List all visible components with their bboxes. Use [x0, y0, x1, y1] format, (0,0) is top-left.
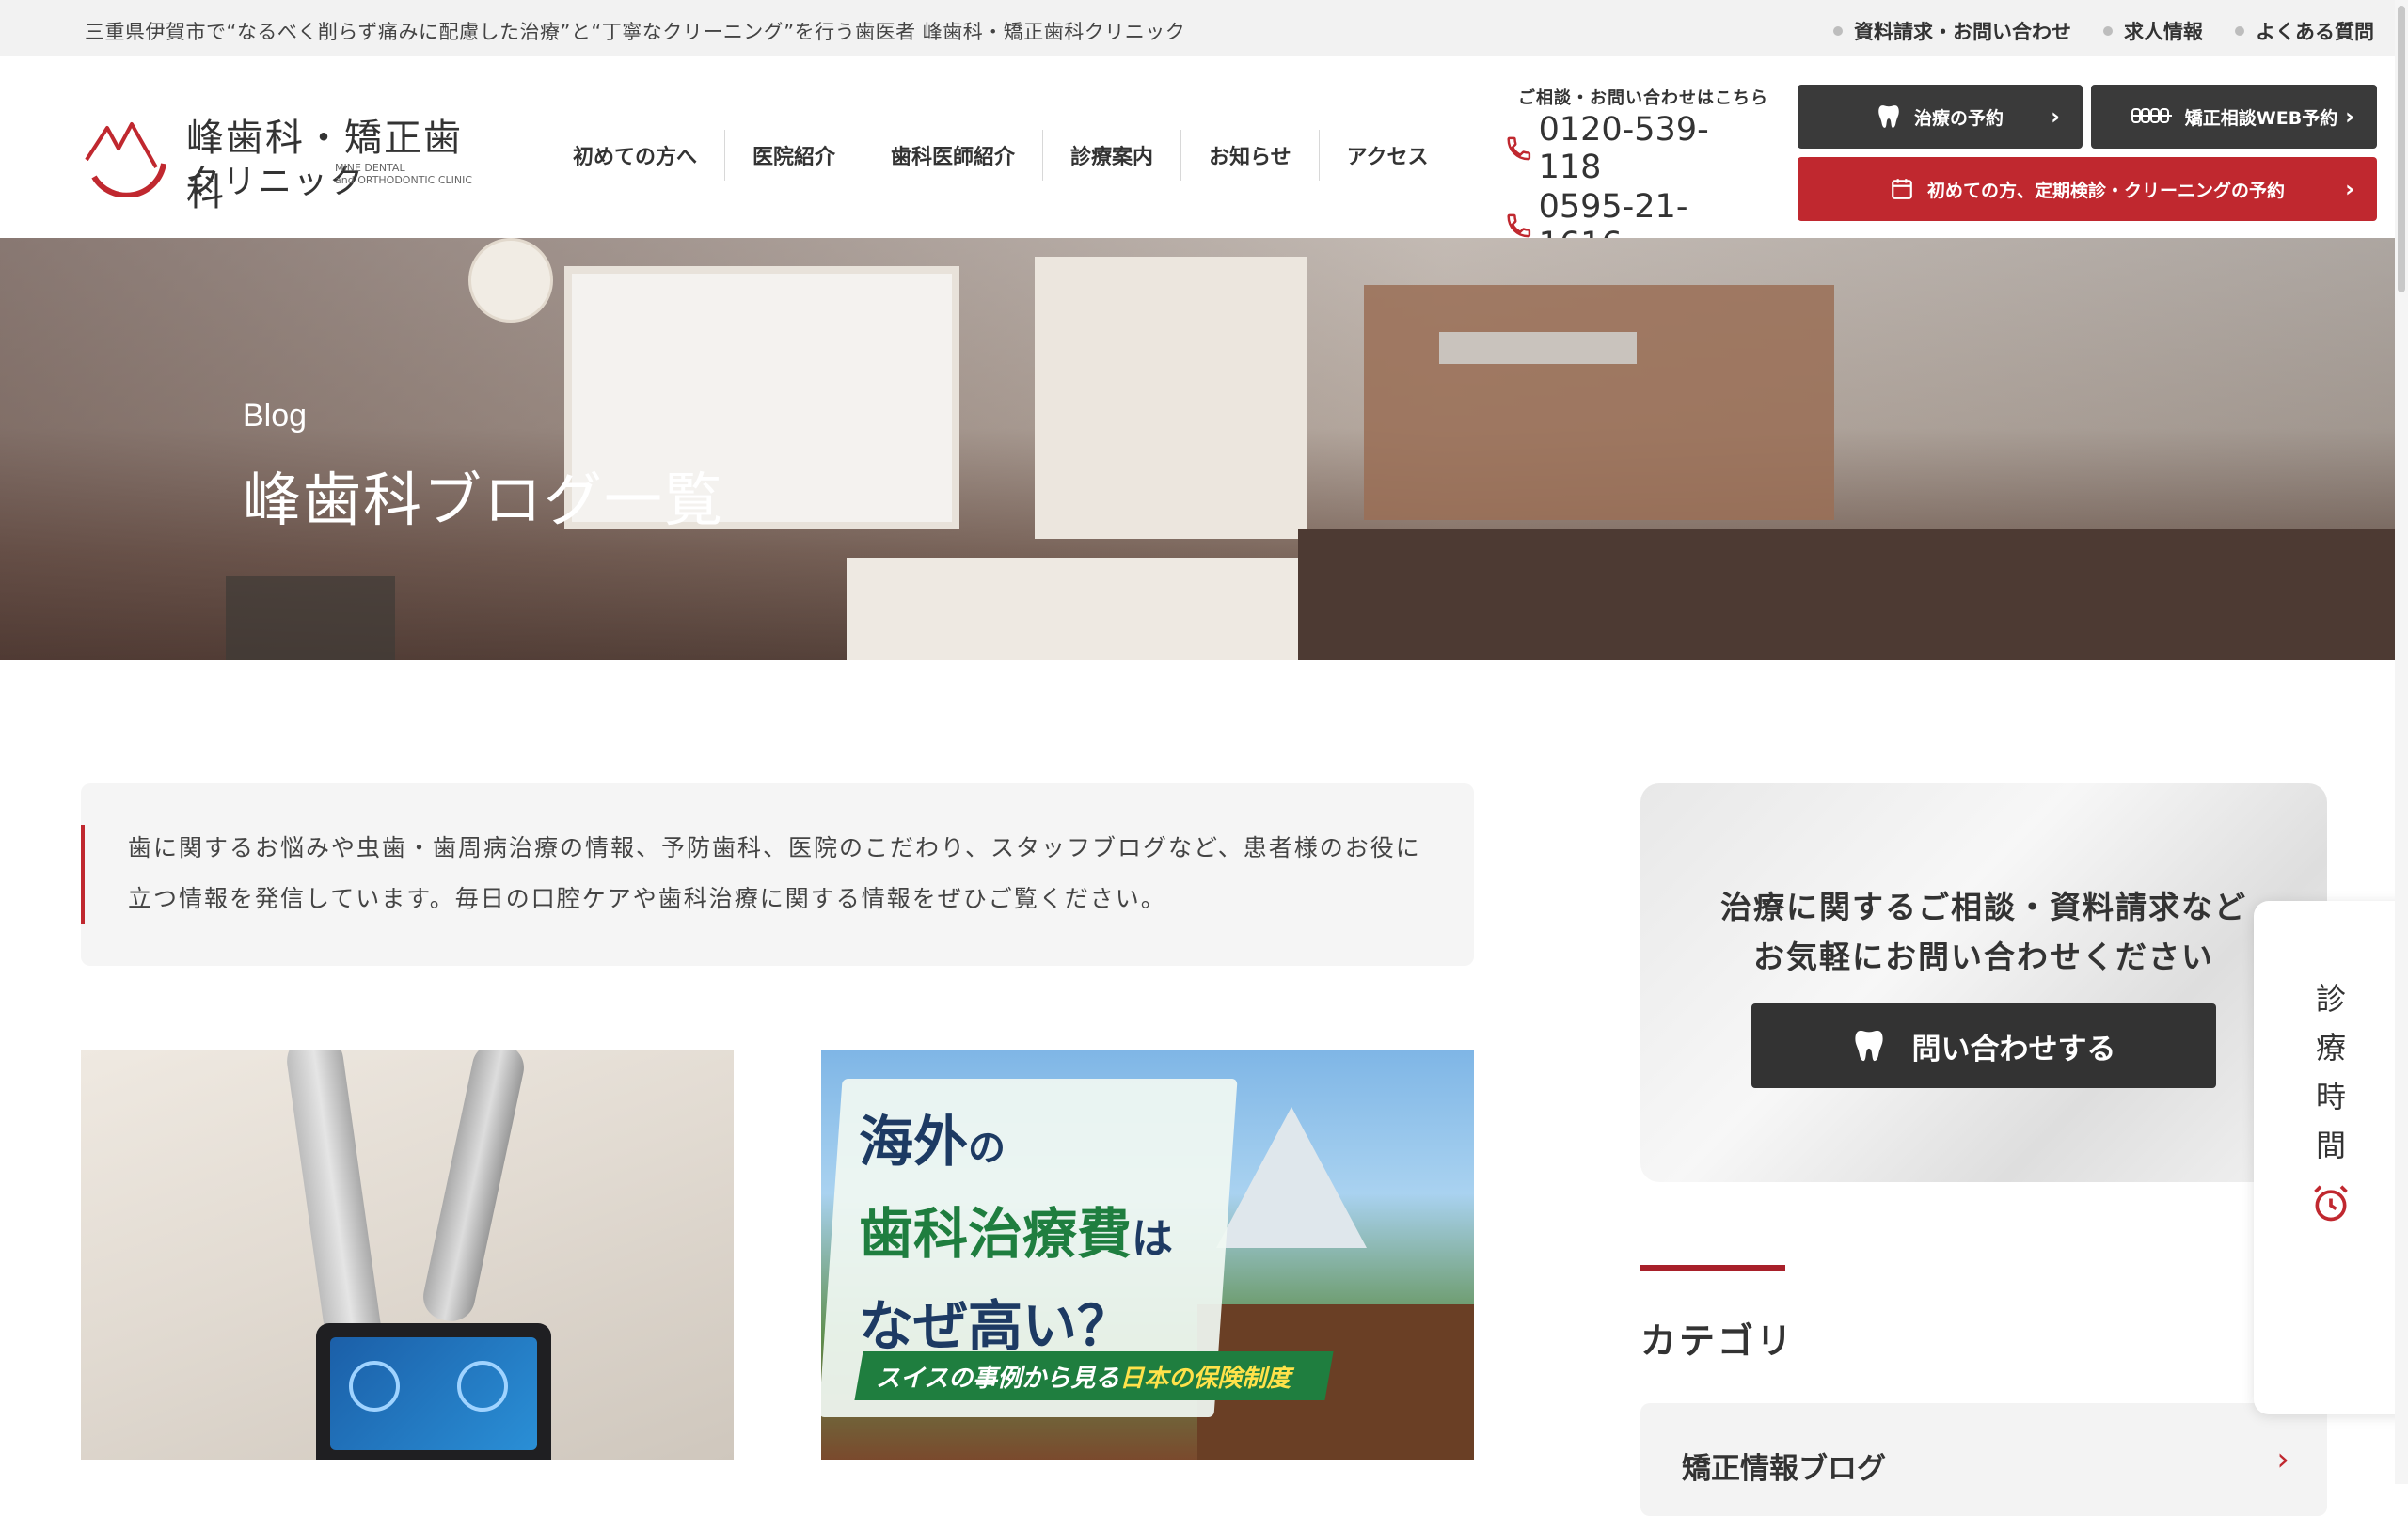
- reception-counter-illustration: [1298, 529, 2408, 660]
- tooth-icon: [1854, 1030, 1883, 1062]
- clinic-logo[interactable]: 峰歯科・矯正歯科 クリニック MINE DENTAL and ORTHODONT…: [81, 107, 495, 214]
- cta-line2: お気軽にお問い合わせください: [1753, 939, 2214, 975]
- tooth-icon: [1878, 105, 1899, 128]
- category-accent-line: [1640, 1265, 1785, 1271]
- top-strip: 三重県伊賀市で“なるべく削らず痛みに配慮した治療”と“丁寧なクリーニング”を行う…: [0, 0, 2408, 56]
- intro-box: 歯に関するお悩みや虫歯・歯周病治療の情報、予防歯科、医院のこだわり、スタッフブロ…: [81, 783, 1474, 966]
- page-scrollbar[interactable]: [2395, 0, 2408, 1484]
- category-heading: カテゴリ: [1640, 1320, 1796, 1362]
- blog-card-overseas-cost[interactable]: 海外の 歯科治療費は なぜ高い？ スイスの事例から見る日本の保険制度: [821, 1050, 1474, 1460]
- nav-clinic[interactable]: 医院紹介: [725, 130, 864, 181]
- chevron-right-icon: ›: [2345, 176, 2354, 202]
- nav-access[interactable]: アクセス: [1320, 130, 1456, 181]
- nav-news[interactable]: お知らせ: [1181, 130, 1320, 181]
- waiting-chairs-illustration: [226, 576, 395, 660]
- blog-card-laser[interactable]: [81, 1050, 734, 1460]
- first-visit-checkup-reservation-button[interactable]: 初めての方、定期検診・クリーニングの予約 ›: [1798, 157, 2377, 221]
- hero-eyebrow: Blog: [243, 398, 308, 434]
- chevron-right-icon: ›: [2345, 103, 2354, 130]
- office-hours-tab[interactable]: 診療時間: [2254, 901, 2408, 1414]
- nav-first-visit[interactable]: 初めての方へ: [546, 130, 726, 181]
- scrollbar-thumb[interactable]: [2398, 6, 2405, 292]
- treatment-reservation-button[interactable]: 治療の予約 ›: [1798, 85, 2083, 149]
- teeth-braces-icon: [2130, 108, 2172, 123]
- phone-label: ご相談・お問い合わせはこちら: [1518, 88, 1768, 108]
- cta-line1: 治療に関するご相談・資料請求など: [1720, 889, 2247, 925]
- screen-gauge: [349, 1361, 400, 1412]
- banner-subtitle: スイスの事例から見る日本の保険制度: [876, 1365, 1291, 1393]
- phone-toll-free[interactable]: 0120-539-118: [1505, 111, 1768, 186]
- main-nav: 初めての方へ 医院紹介 歯科医師紹介 診療案内 お知らせ アクセス: [546, 130, 1456, 181]
- banner-line2: 歯科治療費は: [859, 1202, 1174, 1266]
- calendar-icon: [1892, 179, 1912, 199]
- clinic-sign-plate: [1439, 332, 1637, 364]
- page-title: 峰歯科ブログ一覧: [243, 466, 725, 534]
- top-link-inquiry[interactable]: 資料請求・お問い合わせ: [1833, 17, 2071, 45]
- page-hero: Blog 峰歯科ブログ一覧: [0, 238, 2408, 660]
- contact-cta-box: 治療に関するご相談・資料請求など お気軽にお問い合わせください 問い合わせする: [1640, 783, 2327, 1182]
- intro-text: 歯に関するお悩みや虫歯・歯周病治療の情報、予防歯科、医院のこだわり、スタッフブロ…: [128, 834, 1421, 912]
- bullet-icon: [2103, 26, 2113, 36]
- chevron-right-icon: ›: [2051, 103, 2060, 130]
- site-tagline: 三重県伊賀市で“なるべく削らず痛みに配慮した治療”と“丁寧なクリーニング”を行う…: [85, 21, 1186, 43]
- banner-line1: 海外の: [859, 1110, 1006, 1174]
- screen-gauge: [457, 1361, 508, 1412]
- top-links: 資料請求・お問い合わせ 求人情報 よくある質問: [1833, 17, 2374, 45]
- top-link-faq[interactable]: よくある質問: [2235, 17, 2374, 45]
- category-item-ortho[interactable]: 矯正情報ブログ ›: [1640, 1403, 2327, 1516]
- phone-icon: [1507, 213, 1531, 238]
- nav-treatments[interactable]: 診療案内: [1043, 130, 1182, 181]
- reception-wall-illustration: [1364, 285, 1834, 520]
- mountain-illustration: [1216, 1107, 1367, 1248]
- phone-icon: [1507, 136, 1531, 161]
- wall-clock-illustration: [468, 238, 553, 323]
- bullet-icon: [2235, 26, 2244, 36]
- nav-dentists[interactable]: 歯科医師紹介: [863, 130, 1044, 181]
- shelf-illustration: [847, 558, 1298, 660]
- intro-accent-bar: [81, 825, 85, 924]
- phone-block: ご相談・お問い合わせはこちら 0120-539-118 0595-21-1616: [1505, 85, 1768, 263]
- bullet-icon: [1833, 26, 1843, 36]
- notice-board-illustration: [1035, 257, 1307, 539]
- office-hours-label: 診療時間: [2315, 981, 2346, 1163]
- alarm-clock-icon: [2314, 1185, 2348, 1222]
- ortho-web-reservation-button[interactable]: 矯正相談WEB予約 ›: [2091, 85, 2377, 149]
- logo-english: MINE DENTAL and ORTHODONTIC CLINIC: [335, 162, 473, 186]
- banner-line3: なぜ高い？: [859, 1294, 1133, 1358]
- chevron-right-icon: ›: [2276, 1441, 2289, 1478]
- category-label: 矯正情報ブログ: [1682, 1452, 1886, 1486]
- device-arm: [419, 1050, 529, 1326]
- top-link-recruit[interactable]: 求人情報: [2103, 17, 2203, 45]
- mountain-logo-icon: [85, 122, 166, 197]
- contact-button[interactable]: 問い合わせする: [1751, 1003, 2216, 1088]
